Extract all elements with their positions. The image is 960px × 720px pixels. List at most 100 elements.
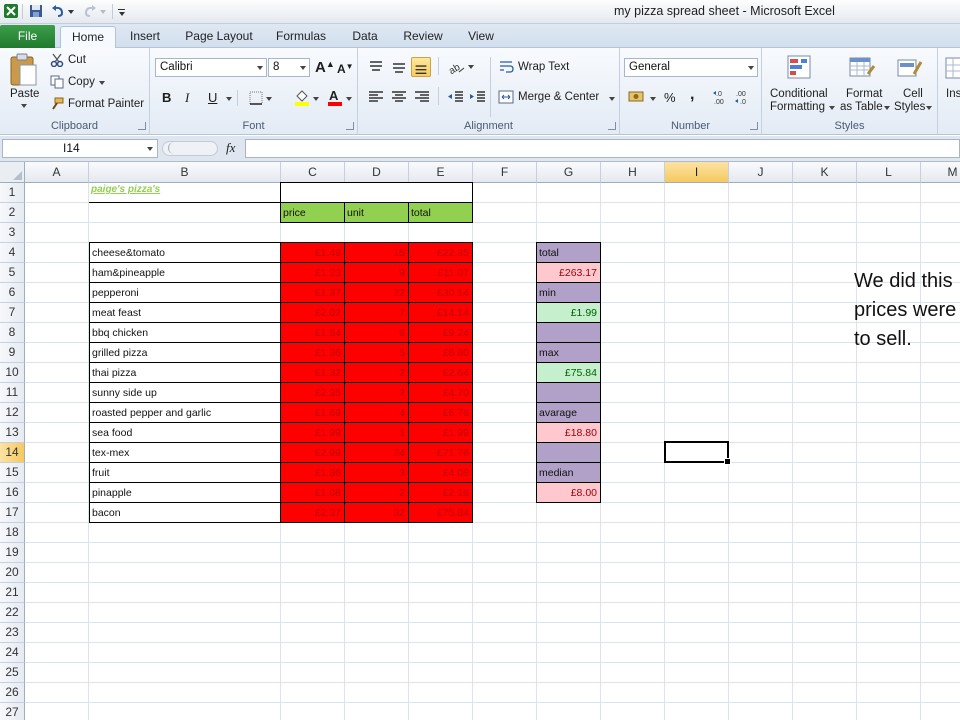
item-total-cell[interactable]: £2.64: [408, 362, 473, 383]
item-name-cell[interactable]: bbq chicken: [89, 322, 281, 343]
tab-page-layout[interactable]: Page Layout: [180, 26, 258, 48]
underline-dropdown-icon[interactable]: [226, 97, 232, 101]
item-price-cell[interactable]: £1.08: [280, 482, 345, 503]
number-format-select[interactable]: General: [624, 58, 758, 77]
font-size-select[interactable]: 8: [268, 58, 310, 77]
item-name-cell[interactable]: ham&pineapple: [89, 262, 281, 283]
save-icon[interactable]: [28, 3, 44, 19]
row-header-9[interactable]: 9: [0, 343, 25, 363]
number-launcher-icon[interactable]: [750, 122, 758, 130]
align-left-icon[interactable]: [366, 87, 386, 107]
row-header-2[interactable]: 2: [0, 203, 25, 223]
fill-color-dropdown-icon[interactable]: [313, 97, 319, 101]
item-total-cell[interactable]: £30.14: [408, 282, 473, 303]
item-total-cell[interactable]: £71.76: [408, 442, 473, 463]
underline-button[interactable]: U: [208, 90, 217, 105]
header-total-cell[interactable]: total: [408, 202, 473, 223]
redo-dropdown-icon[interactable]: [100, 10, 106, 14]
tab-home[interactable]: Home: [60, 26, 116, 48]
row-header-4[interactable]: 4: [0, 243, 25, 263]
item-unit-cell[interactable]: 3: [344, 462, 409, 483]
comma-style-button[interactable]: ,: [690, 86, 694, 104]
align-right-icon[interactable]: [412, 87, 432, 107]
column-header-g[interactable]: G: [537, 162, 601, 183]
tab-insert[interactable]: Insert: [122, 26, 168, 48]
paste-button[interactable]: Paste: [10, 88, 39, 100]
item-name-cell[interactable]: pinapple: [89, 482, 281, 503]
wrap-text-icon[interactable]: [498, 59, 514, 75]
note-textbox[interactable]: We did this prices were to sell.: [854, 267, 960, 354]
item-total-cell[interactable]: £4.08: [408, 462, 473, 483]
column-header-h[interactable]: H: [601, 162, 665, 183]
item-total-cell[interactable]: £22.35: [408, 242, 473, 263]
column-header-k[interactable]: K: [793, 162, 857, 183]
stat-total-value[interactable]: £263.17: [536, 262, 601, 283]
title-row-cell[interactable]: [280, 182, 473, 203]
item-unit-cell[interactable]: 2: [344, 382, 409, 403]
column-header-e[interactable]: E: [409, 162, 473, 183]
item-price-cell[interactable]: £2.02: [280, 302, 345, 323]
format-as-table-icon[interactable]: [848, 54, 876, 82]
stat-total-label[interactable]: total: [536, 242, 601, 263]
row-header-12[interactable]: 12: [0, 403, 25, 423]
cut-icon[interactable]: [50, 53, 64, 67]
row-header-3[interactable]: 3: [0, 223, 25, 243]
row-header-27[interactable]: 27: [0, 703, 25, 720]
stat-empty-cell[interactable]: [536, 382, 601, 403]
copy-icon[interactable]: [50, 75, 64, 89]
row-header-5[interactable]: 5: [0, 263, 25, 283]
accounting-format-icon[interactable]: [628, 89, 646, 105]
format-painter-icon[interactable]: [50, 97, 64, 111]
formula-input[interactable]: [245, 139, 960, 158]
item-name-cell[interactable]: meat feast: [89, 302, 281, 323]
row-header-18[interactable]: 18: [0, 523, 25, 543]
row-header-7[interactable]: 7: [0, 303, 25, 323]
font-name-select[interactable]: Calibri: [155, 58, 267, 77]
item-name-cell[interactable]: fruit: [89, 462, 281, 483]
row-header-26[interactable]: 26: [0, 683, 25, 703]
item-price-cell[interactable]: £2.37: [280, 502, 345, 523]
column-header-m[interactable]: M: [921, 162, 960, 183]
item-unit-cell[interactable]: 1: [344, 422, 409, 443]
row-header-25[interactable]: 25: [0, 663, 25, 683]
stat-median-label[interactable]: median: [536, 462, 601, 483]
item-unit-cell[interactable]: 6: [344, 322, 409, 343]
row-header-15[interactable]: 15: [0, 463, 25, 483]
row-header-19[interactable]: 19: [0, 543, 25, 563]
orientation-dropdown-icon[interactable]: [468, 65, 474, 69]
item-price-cell[interactable]: £1.99: [280, 422, 345, 443]
clipboard-launcher-icon[interactable]: [138, 122, 146, 130]
stat-max-value[interactable]: £75.84: [536, 362, 601, 383]
cell-styles-icon[interactable]: [896, 54, 924, 82]
row-header-21[interactable]: 21: [0, 583, 25, 603]
percent-style-button[interactable]: %: [664, 90, 676, 105]
column-header-f[interactable]: F: [473, 162, 537, 183]
item-name-cell[interactable]: cheese&tomato: [89, 242, 281, 263]
tab-view[interactable]: View: [462, 26, 500, 48]
copy-button[interactable]: Copy: [68, 76, 95, 88]
row-header-14[interactable]: 14: [0, 443, 25, 463]
increase-decimal-icon[interactable]: .0.00: [712, 89, 732, 105]
item-name-cell[interactable]: roasted pepper and garlic: [89, 402, 281, 423]
paste-icon[interactable]: [8, 53, 38, 87]
item-price-cell[interactable]: £1.36: [280, 462, 345, 483]
row-header-23[interactable]: 23: [0, 623, 25, 643]
increase-indent-icon[interactable]: [468, 87, 488, 107]
align-center-icon[interactable]: [389, 87, 409, 107]
column-header-l[interactable]: L: [857, 162, 921, 183]
item-total-cell[interactable]: £6.76: [408, 402, 473, 423]
active-cell-selection[interactable]: [664, 441, 731, 465]
item-unit-cell[interactable]: 7: [344, 302, 409, 323]
shrink-font-icon[interactable]: A▼: [337, 62, 354, 76]
orientation-icon[interactable]: ab: [446, 57, 466, 77]
item-total-cell[interactable]: £14.14: [408, 302, 473, 323]
decrease-decimal-icon[interactable]: .00.0: [734, 89, 754, 105]
bold-button[interactable]: B: [162, 90, 171, 105]
alignment-launcher-icon[interactable]: [608, 122, 616, 130]
conditional-formatting-label-1[interactable]: Conditional: [770, 88, 828, 100]
item-name-cell[interactable]: pepperoni: [89, 282, 281, 303]
column-header-c[interactable]: C: [281, 162, 345, 183]
insert-cells-icon[interactable]: [944, 54, 960, 82]
item-name-cell[interactable]: sea food: [89, 422, 281, 443]
merge-center-icon[interactable]: [498, 89, 514, 105]
